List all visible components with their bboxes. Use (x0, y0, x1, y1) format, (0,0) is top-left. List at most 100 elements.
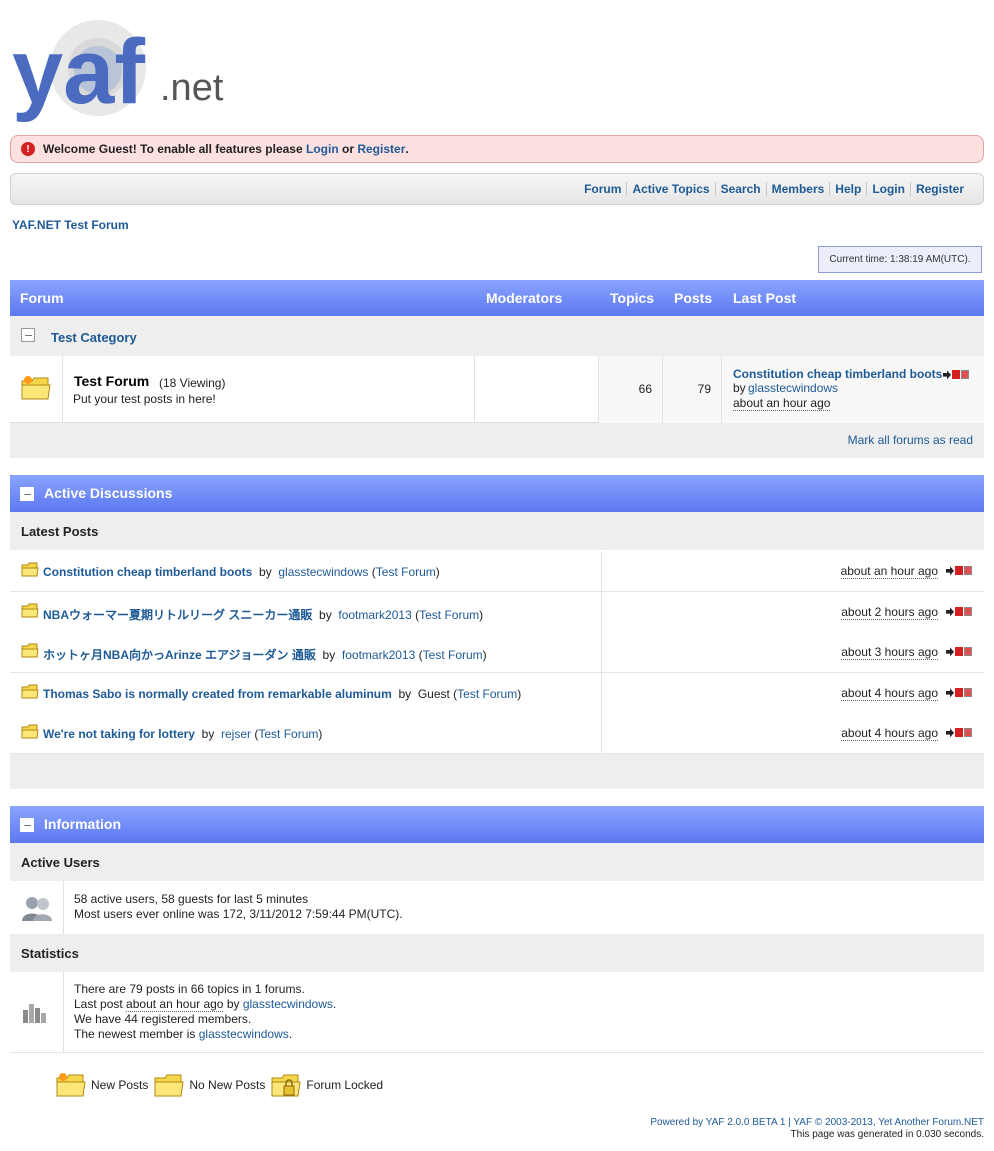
category-row: Test Category (10, 316, 984, 356)
menu-login[interactable]: Login (866, 182, 910, 196)
information-header: Information (10, 806, 984, 843)
folder-icon (21, 603, 39, 618)
first-unread-icon[interactable] (964, 728, 972, 738)
mark-all-read-link[interactable]: Mark all forums as read (848, 433, 973, 447)
unread-post-icon[interactable] (952, 370, 960, 380)
collapse-toggle-icon[interactable] (20, 487, 34, 501)
collapse-toggle-icon[interactable] (21, 328, 35, 342)
unread-post-icon[interactable] (955, 566, 963, 576)
unread-post-icon[interactable] (955, 688, 963, 698)
stats-line2-prefix: Last post (74, 997, 123, 1011)
legend: New Posts No New Posts Forum Locked (54, 1070, 387, 1100)
main-menu: Forum Active Topics Search Members Help … (10, 173, 984, 205)
logo-main-text: yaf (12, 21, 145, 123)
post-user-link[interactable]: rejser (221, 727, 251, 741)
active-discussions-title: Active Discussions (44, 485, 173, 501)
post-by: by (398, 687, 412, 701)
active-discussions-header: Active Discussions (10, 475, 984, 512)
welcome-or: or (342, 142, 354, 156)
forum-moderators-cell (475, 356, 599, 423)
legend-new-posts: New Posts (91, 1078, 149, 1092)
header-topics: Topics (610, 290, 655, 306)
post-forum-link[interactable]: Test Forum (457, 687, 517, 701)
first-unread-icon[interactable] (961, 370, 969, 380)
legend-forum-locked: Forum Locked (306, 1078, 384, 1092)
first-unread-icon[interactable] (964, 607, 972, 617)
stats-icon-cell (10, 972, 64, 1052)
post-title-link[interactable]: Constitution cheap timberland boots (43, 565, 252, 579)
post-forum-link[interactable]: Test Forum (376, 565, 436, 579)
welcome-login-link[interactable]: Login (306, 142, 339, 156)
forum-status-cell (10, 356, 63, 423)
category-link[interactable]: Test Category (51, 330, 137, 345)
forum-row: Test Forum (18 Viewing) Put your test po… (10, 356, 984, 423)
menu-active-topics[interactable]: Active Topics (626, 182, 714, 196)
go-to-post-icon[interactable] (946, 688, 954, 698)
post-icons (945, 563, 972, 577)
logo-suffix-text: .net (160, 67, 224, 109)
folder-icon (21, 724, 39, 739)
welcome-banner: ! Welcome Guest! To enable all features … (10, 135, 984, 163)
active-users-row: 58 active users, 58 guests for last 5 mi… (10, 881, 984, 935)
menu-members[interactable]: Members (765, 182, 830, 196)
unread-post-icon[interactable] (955, 647, 963, 657)
last-post-time: about an hour ago (733, 396, 831, 411)
post-forum-link[interactable]: Test Forum (419, 608, 479, 622)
go-to-post-icon[interactable] (946, 607, 954, 617)
forum-table-header: Forum Moderators Topics Posts Last Post (10, 280, 984, 316)
active-users-line2: Most users ever online was 172, 3/11/201… (74, 907, 403, 921)
post-title-link[interactable]: NBAウォーマー夏期リトルリーグ スニーカー通販 (43, 608, 312, 622)
forum-posts-cell: 79 (663, 356, 722, 423)
unread-post-icon[interactable] (955, 607, 963, 617)
go-to-last-post-icon[interactable] (943, 370, 951, 380)
new-posts-folder-icon (56, 1073, 86, 1097)
menu-register[interactable]: Register (909, 182, 969, 196)
last-post-by: by (733, 381, 746, 395)
active-users-line1: 58 active users, 58 guests for last 5 mi… (74, 892, 309, 906)
post-title-link[interactable]: ホットヶ月NBA向かっArinze エアジョーダン 通販 (43, 648, 316, 662)
post-forum-link[interactable]: Test Forum (258, 727, 318, 741)
breadcrumb[interactable]: YAF.NET Test Forum (12, 218, 129, 232)
go-to-post-icon[interactable] (946, 647, 954, 657)
collapse-toggle-icon[interactable] (20, 818, 34, 832)
last-post-user-link[interactable]: glasstecwindows (748, 381, 838, 395)
post-user: Guest (417, 687, 450, 701)
first-unread-icon[interactable] (964, 647, 972, 657)
menu-forum[interactable]: Forum (579, 182, 626, 196)
post-icons (945, 644, 972, 658)
post-row: Thomas Sabo is normally created from rem… (10, 673, 984, 714)
post-user-link[interactable]: glasstecwindows (278, 565, 368, 579)
stats-last-post-user-link[interactable]: glasstecwindows (243, 997, 333, 1011)
first-unread-icon[interactable] (964, 688, 972, 698)
menu-search[interactable]: Search (714, 182, 766, 196)
post-title-link[interactable]: We're not taking for lottery (43, 727, 195, 741)
welcome-suffix: . (405, 142, 409, 156)
forum-viewing: (18 Viewing) (159, 376, 226, 390)
post-title-link[interactable]: Thomas Sabo is normally created from rem… (43, 687, 392, 701)
menu-help[interactable]: Help (829, 182, 866, 196)
post-time: about an hour ago (840, 564, 938, 579)
last-post-title-link[interactable]: Constitution cheap timberland boots (733, 367, 942, 381)
go-to-post-icon[interactable] (946, 566, 954, 576)
no-new-posts-folder-icon (154, 1074, 184, 1097)
forum-last-post-cell: Constitution cheap timberland boots by g… (722, 356, 984, 423)
forum-locked-folder-icon (271, 1074, 301, 1097)
first-unread-icon[interactable] (964, 566, 972, 576)
users-icon-cell (10, 881, 64, 934)
post-icons (945, 725, 972, 739)
forum-name-link[interactable]: Test Forum (74, 373, 149, 389)
unread-post-icon[interactable] (955, 728, 963, 738)
post-user-link[interactable]: footmark2013 (338, 608, 411, 622)
post-forum-link[interactable]: Test Forum (423, 648, 483, 662)
stats-line2-suffix: . (332, 997, 337, 1011)
newest-member-link[interactable]: glasstecwindows (199, 1027, 289, 1041)
stats-line4-suffix: . (288, 1027, 293, 1041)
go-to-post-icon[interactable] (946, 728, 954, 738)
powered-by-link[interactable]: Powered by YAF 2.0.0 BETA 1 | YAF © 2003… (650, 1117, 984, 1128)
active-users-header: Active Users (10, 843, 984, 881)
yaf-logo[interactable]: yaf .net (10, 8, 260, 126)
stats-last-post-time: about an hour ago (126, 997, 224, 1012)
post-user-link[interactable]: footmark2013 (342, 648, 415, 662)
header-forum: Forum (20, 290, 64, 306)
welcome-register-link[interactable]: Register (357, 142, 405, 156)
